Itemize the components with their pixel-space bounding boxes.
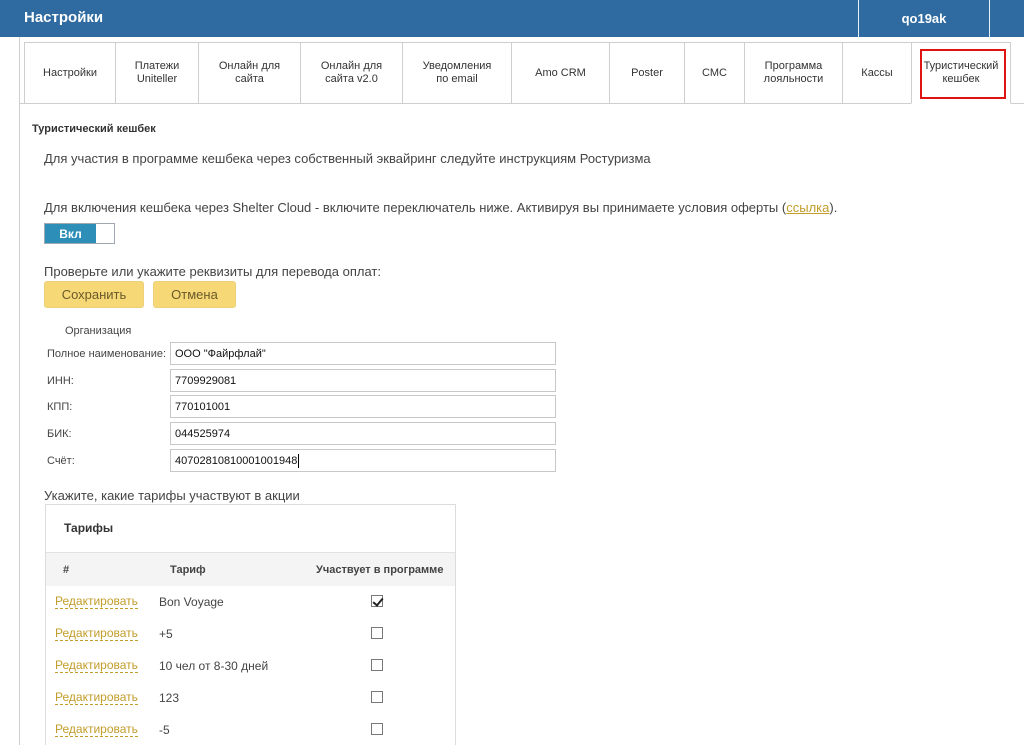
save-button[interactable]: Сохранить (44, 281, 144, 308)
edit-link[interactable]: Редактировать (55, 595, 138, 609)
tab-label: Кассы (861, 66, 893, 79)
page-title: Настройки (24, 9, 104, 26)
table-header: # Тариф Участвует в программе (46, 552, 455, 586)
full-name-input[interactable]: ООО "Файрфлай" (170, 342, 556, 365)
tab-online-site-v2[interactable]: Онлайн для сайта v2.0 (300, 42, 403, 103)
tab-label: Amo CRM (535, 66, 586, 79)
field-value: ООО "Файрфлай" (175, 347, 266, 360)
enable-text-main: Для включения кешбека через Shelter Clou… (44, 200, 787, 215)
tab-label: Настройки (43, 66, 97, 79)
requisites-text: Проверьте или укажите реквизиты для пере… (44, 264, 381, 279)
kpp-input[interactable]: 770101001 (170, 395, 556, 418)
table-row: Редактировать Bon Voyage (46, 586, 455, 618)
tariff-name: +5 (159, 627, 173, 641)
tab-online-site[interactable]: Онлайн для сайта (198, 42, 301, 103)
field-value: 7709929081 (175, 374, 237, 387)
participates-checkbox[interactable] (371, 659, 383, 671)
tab-email-notifications[interactable]: Уведомления по email (402, 42, 512, 103)
participates-checkbox[interactable] (371, 723, 383, 735)
participates-checkbox[interactable] (371, 627, 383, 639)
tab-label: Онлайн для сайта v2.0 (320, 60, 383, 85)
bik-input[interactable]: 044525974 (170, 422, 556, 445)
highlight-frame (920, 49, 1006, 99)
cancel-button[interactable]: Отмена (153, 281, 236, 308)
tab-label: Уведомления по email (422, 60, 492, 85)
enable-text-end: ). (829, 200, 838, 215)
participates-checkbox[interactable] (371, 595, 383, 607)
tab-label: Платежи Uniteller (134, 60, 180, 85)
table-row: Редактировать +5 (46, 618, 455, 650)
field-label: КПП: (47, 401, 73, 413)
field-value: 40702810810001001948 (175, 454, 298, 467)
tab-amo-crm[interactable]: Amo CRM (511, 42, 610, 103)
tabs-divider (19, 103, 1024, 104)
top-bar: Настройки qo19ak (0, 0, 1024, 37)
field-label: Счёт: (47, 455, 75, 467)
intro-text: Для участия в программе кешбека через со… (44, 151, 651, 166)
tab-payments-uniteller[interactable]: Платежи Uniteller (115, 42, 199, 103)
organization-label: Организация (65, 325, 132, 337)
tab-tourist-cashback[interactable]: Туристический кешбек (911, 42, 1011, 104)
field-value: 044525974 (175, 427, 231, 440)
tab-poster[interactable]: Poster (609, 42, 685, 103)
text-cursor (298, 453, 300, 468)
tab-settings[interactable]: Настройки (24, 42, 116, 103)
tab-cashboxes[interactable]: Кассы (842, 42, 912, 103)
field-value: 770101001 (175, 400, 231, 413)
field-label: ИНН: (47, 375, 74, 387)
column-header-participates: Участвует в программе (316, 564, 444, 576)
edit-link[interactable]: Редактировать (55, 627, 138, 641)
tab-sms[interactable]: СМС (684, 42, 745, 103)
toggle-on-label: Вкл (45, 224, 96, 243)
table-row: Редактировать 123 (46, 682, 455, 714)
tariff-name: 10 чел от 8-30 дней (159, 659, 269, 673)
tab-loyalty[interactable]: Программа лояльности (744, 42, 843, 103)
section-title: Туристический кешбек (32, 123, 156, 135)
tariff-name: -5 (159, 723, 170, 737)
tariffs-prompt: Укажите, какие тарифы участвуют в акции (44, 488, 300, 503)
edit-link[interactable]: Редактировать (55, 659, 138, 673)
account-input[interactable]: 40702810810001001948 (170, 449, 556, 472)
edit-link[interactable]: Редактировать (55, 723, 138, 737)
table-row: Редактировать 10 чел от 8-30 дней (46, 650, 455, 682)
user-menu[interactable]: qo19ak (858, 0, 990, 37)
field-label: БИК: (47, 428, 72, 440)
column-header-num: # (63, 564, 70, 576)
inn-input[interactable]: 7709929081 (170, 369, 556, 392)
frame-divider (19, 37, 20, 745)
tab-label: Онлайн для сайта (218, 60, 281, 85)
field-label: Полное наименование: (47, 348, 167, 360)
tariff-name: 123 (159, 691, 180, 705)
offer-link[interactable]: ссылка (786, 200, 829, 215)
table-caption: Тарифы (64, 521, 114, 535)
tariff-name: Bon Voyage (159, 595, 224, 609)
table-row: Редактировать -5 (46, 714, 455, 746)
edit-link[interactable]: Редактировать (55, 691, 138, 705)
participates-checkbox[interactable] (371, 691, 383, 703)
tab-label: СМС (702, 66, 727, 79)
enable-text: Для включения кешбека через Shelter Clou… (44, 200, 837, 215)
cashback-toggle[interactable]: Вкл (44, 223, 115, 244)
tab-label: Программа лояльности (763, 60, 824, 85)
tab-label: Poster (631, 66, 663, 79)
tariffs-table: Тарифы # Тариф Участвует в программе Ред… (45, 504, 456, 745)
column-header-tariff: Тариф (170, 564, 206, 576)
